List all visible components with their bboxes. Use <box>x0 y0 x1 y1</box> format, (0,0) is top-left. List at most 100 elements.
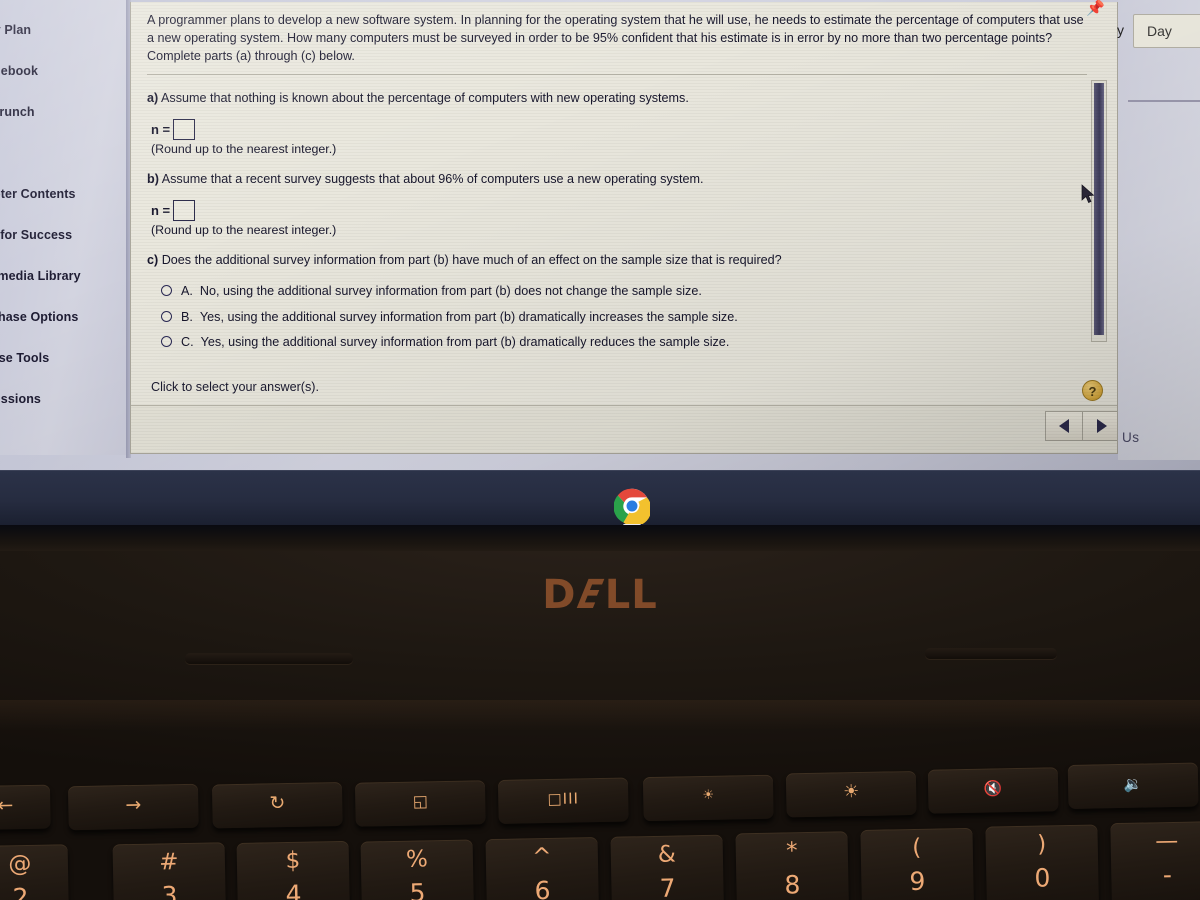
sidebar-item-statcrunch[interactable]: tCrunch <box>0 92 128 133</box>
exercise-window: A programmer plans to develop a new soft… <box>130 2 1118 454</box>
radio-icon[interactable] <box>161 336 172 348</box>
part-b-n-label: n = <box>151 203 171 219</box>
choice-a-text: No, using the additional survey informat… <box>199 284 702 299</box>
sidebar-item-label: apter Contents <box>0 187 76 201</box>
refresh-key[interactable]: ↻ <box>211 781 343 829</box>
choice-b-text: Yes, using the additional survey informa… <box>199 309 738 324</box>
day-button[interactable]: Day <box>1133 14 1200 48</box>
choice-c[interactable]: C. Yes, using the additional survey info… <box>159 334 1101 350</box>
speaker-vent-left <box>185 653 353 664</box>
key-minus[interactable]: — - <box>1110 821 1200 900</box>
sidebar-item-discussions[interactable]: cussions <box>0 379 128 420</box>
sidebar-item-label: urse Tools <box>0 351 50 365</box>
key-7-number: 7 <box>659 873 676 900</box>
key-4-number: 4 <box>285 879 302 900</box>
part-b-prompt: b) Assume that a recent survey suggests … <box>147 170 1101 188</box>
sidebar-item-label: tCrunch <box>0 105 35 119</box>
laptop-hinge <box>0 525 1200 551</box>
windows-taskbar <box>0 470 1200 525</box>
key-8-symbol: * <box>785 838 798 865</box>
part-a-label: a) <box>147 90 159 105</box>
part-b-text: Assume that a recent survey suggests tha… <box>161 171 704 186</box>
key-4[interactable]: $ 4 <box>236 840 351 900</box>
part-b-round-note: (Round up to the nearest integer.) <box>151 223 337 238</box>
sidebar-item-purchase-options[interactable]: rchase Options <box>0 297 128 338</box>
question-body: a) Assume that nothing is known about th… <box>131 75 1117 395</box>
left-arrow-icon <box>1059 419 1069 433</box>
refresh-icon: ↻ <box>269 792 286 815</box>
scrollbar-thumb[interactable] <box>1094 83 1104 335</box>
key-6[interactable]: ^ 6 <box>485 837 600 900</box>
key-7-symbol: & <box>657 841 677 868</box>
part-a-n-input[interactable] <box>173 118 196 140</box>
forward-arrow-key[interactable]: → <box>67 783 199 831</box>
volume-down-icon: 🔉 <box>1123 774 1143 793</box>
sidebar-item-chapter-contents[interactable]: apter Contents <box>0 174 128 215</box>
sidebar-item-label: cussions <box>0 392 41 406</box>
choice-c-text: Yes, using the additional survey informa… <box>200 335 730 350</box>
volume-down-key[interactable]: 🔉 <box>1067 762 1199 810</box>
key-5[interactable]: % 5 <box>360 839 475 900</box>
back-arrow-key[interactable]: ← <box>0 784 51 831</box>
next-button[interactable] <box>1083 412 1117 440</box>
sidebar-item-study-plan[interactable]: dy Plan <box>0 10 128 51</box>
speaker-vent-right <box>925 648 1057 659</box>
key-8[interactable]: * 8 <box>735 831 850 900</box>
part-b-label: b) <box>147 171 159 186</box>
sidebar-item-course-tools[interactable]: urse Tools <box>0 338 128 379</box>
mouse-cursor <box>1081 184 1095 203</box>
help-icon[interactable]: ? <box>1082 380 1103 401</box>
sidebar-item-label: dy Plan <box>0 23 32 37</box>
key-9[interactable]: ( 9 <box>860 827 975 900</box>
part-c-text: Does the additional survey information f… <box>161 253 782 268</box>
panel-scrollbar[interactable] <box>1091 80 1107 342</box>
choice-b[interactable]: B. Yes, using the additional survey info… <box>159 309 1101 325</box>
mute-key[interactable]: 🔇 <box>927 767 1059 814</box>
key-0-symbol: ) <box>1036 831 1047 858</box>
forward-arrow-icon: → <box>125 793 142 817</box>
radio-icon[interactable] <box>161 285 172 297</box>
key-3[interactable]: # 3 <box>112 842 227 900</box>
right-pane <box>1118 0 1200 460</box>
sidebar-item-label: ltimedia Library <box>0 269 81 283</box>
choice-c-letter: C. <box>181 335 194 350</box>
key-5-number: 5 <box>409 878 426 900</box>
sidebar-item-label: adebook <box>0 64 39 78</box>
exercise-footer <box>131 405 1117 453</box>
radio-icon[interactable] <box>161 310 172 322</box>
part-c-label: c) <box>147 253 159 268</box>
question-stem: A programmer plans to develop a new soft… <box>147 12 1087 75</box>
dell-logo-text: DELL <box>542 572 658 618</box>
brightness-up-icon: ☀ <box>842 781 860 803</box>
key-5-symbol: % <box>405 846 429 873</box>
brightness-up-key[interactable]: ☀ <box>785 770 917 818</box>
back-arrow-icon: ← <box>0 794 14 817</box>
pin-icon[interactable]: 📌 <box>1086 1 1105 17</box>
select-answer-note: Click to select your answer(s). <box>151 380 319 395</box>
course-sidebar: dy Plan adebook tCrunch xt apter Content… <box>0 0 128 455</box>
part-b-n-input[interactable] <box>173 200 196 222</box>
key-3-number: 3 <box>161 881 178 900</box>
right-pane-divider <box>1128 100 1200 102</box>
sidebar-item-multimedia-library[interactable]: ltimedia Library <box>0 256 128 297</box>
sidebar-item-gradebook[interactable]: adebook <box>0 51 128 92</box>
answer-choices: A. No, using the additional survey infor… <box>159 283 1101 350</box>
exercise-nav-buttons <box>1045 411 1117 441</box>
window-switch-icon: □III <box>547 789 580 809</box>
part-a-prompt: a) Assume that nothing is known about th… <box>147 89 1101 107</box>
key-2-number: 2 <box>12 882 29 900</box>
chrome-icon[interactable] <box>614 488 650 524</box>
choice-a[interactable]: A. No, using the additional survey infor… <box>159 283 1101 299</box>
sidebar-item-label: ls for Success <box>0 228 73 242</box>
key-9-symbol: ( <box>912 834 922 862</box>
sidebar-item-tools-for-success[interactable]: ls for Success <box>0 215 128 256</box>
mute-icon: 🔇 <box>983 779 1003 798</box>
sidebar-item-etext[interactable]: xt <box>0 133 128 174</box>
key-7[interactable]: & 7 <box>610 834 725 900</box>
previous-button[interactable] <box>1046 412 1083 440</box>
brightness-down-icon: ☀ <box>702 787 715 804</box>
part-a-answer-row: n = <box>151 118 1101 140</box>
key-2[interactable]: @ 2 <box>0 844 70 900</box>
part-b-answer-row: n = <box>151 200 1101 222</box>
key-0[interactable]: ) 0 <box>985 824 1100 900</box>
